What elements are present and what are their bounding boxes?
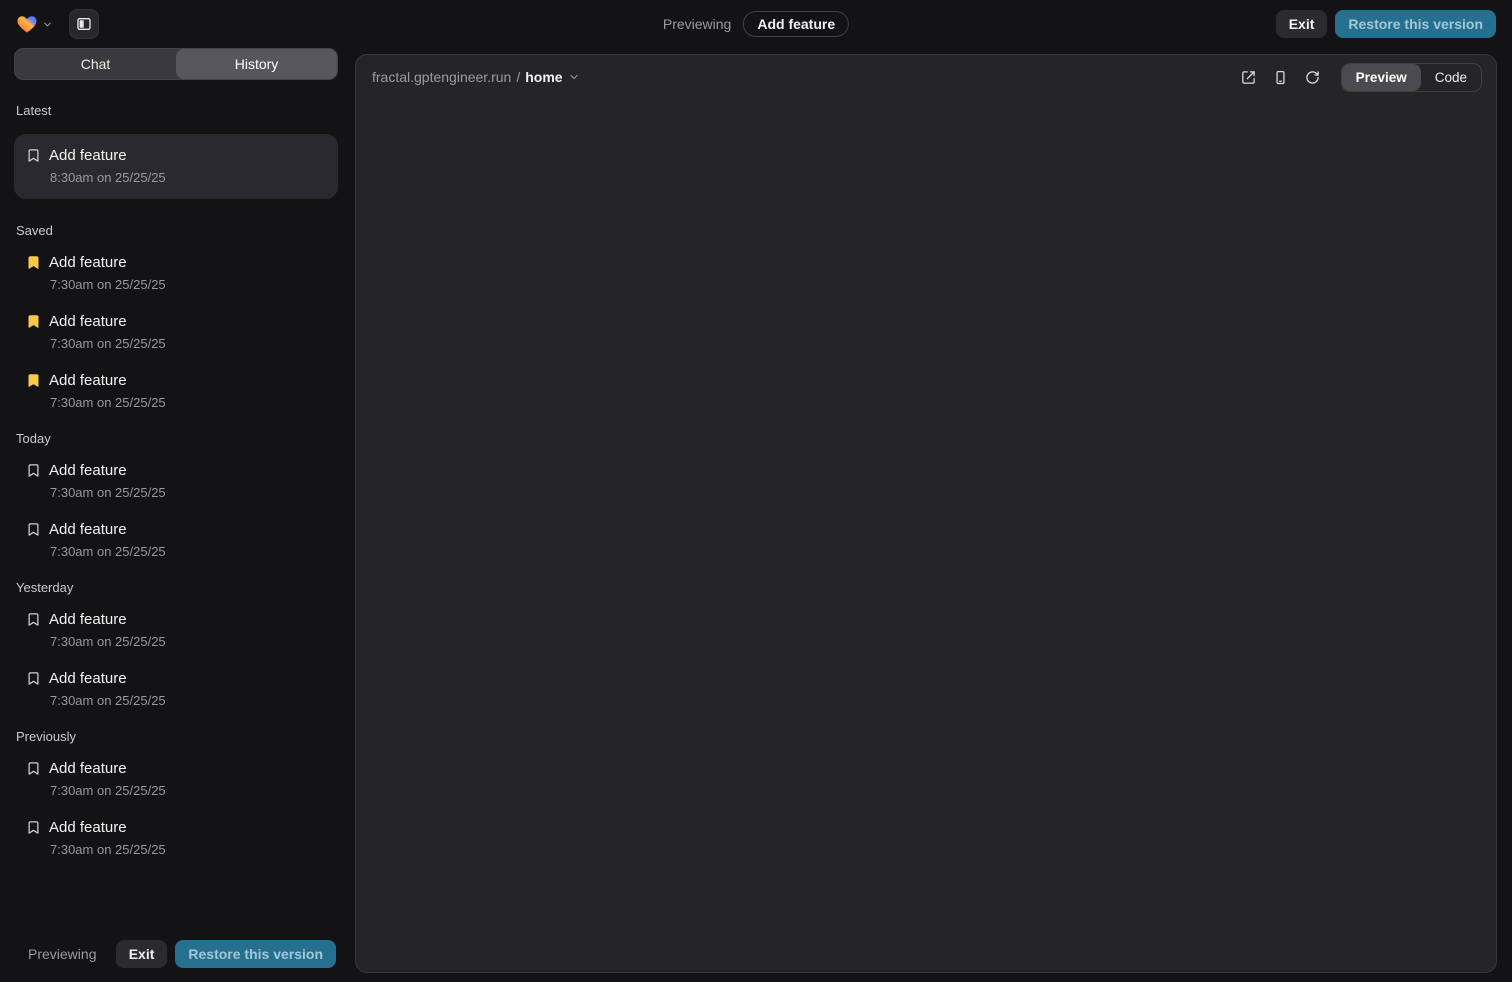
lovable-heart-logo-icon [16,13,38,35]
tab-history[interactable]: History [176,49,337,79]
history-item-timestamp: 7:30am on 25/25/25 [50,485,338,500]
bookmark-outline-icon[interactable] [26,148,41,163]
mobile-preview-button[interactable] [1267,63,1295,91]
previewing-status-label: Previewing [663,16,731,32]
history-item[interactable]: Add feature 8:30am on 25/25/25 [14,134,338,199]
history-item-title: Add feature [49,670,127,687]
history-item-timestamp: 7:30am on 25/25/25 [50,842,338,857]
history-item-timestamp: 7:30am on 25/25/25 [50,395,338,410]
bookmark-outline-icon[interactable] [26,463,41,478]
preview-url-breadcrumb[interactable]: fractal.gptengineer.run / home [372,69,580,85]
history-item[interactable]: Add feature 7:30am on 25/25/25 [14,254,338,292]
history-item-timestamp: 7:30am on 25/25/25 [50,277,338,292]
toggle-preview[interactable]: Preview [1342,64,1421,91]
history-item[interactable]: Add feature 7:30am on 25/25/25 [14,670,338,708]
footer-restore-version-button[interactable]: Restore this version [175,940,336,968]
toggle-code[interactable]: Code [1421,64,1481,91]
restore-version-button[interactable]: Restore this version [1335,10,1496,38]
history-item[interactable]: Add feature 7:30am on 25/25/25 [14,611,338,649]
history-item-title: Add feature [49,611,127,628]
history-section-title: Previously [16,729,338,744]
exit-button[interactable]: Exit [1276,10,1328,38]
bookmark-outline-icon[interactable] [26,612,41,627]
history-item-timestamp: 7:30am on 25/25/25 [50,783,338,798]
bookmark-filled-icon[interactable] [26,373,41,388]
history-list: Latest Add feature 8:30am on 25/25/25 Saved… [14,103,338,930]
history-item-timestamp: 8:30am on 25/25/25 [50,170,338,185]
history-section: Latest Add feature 8:30am on 25/25/25 [14,103,338,199]
bookmark-filled-icon[interactable] [26,255,41,270]
history-item[interactable]: Add feature 7:30am on 25/25/25 [14,521,338,559]
panel-left-icon [76,16,92,32]
history-item-title: Add feature [49,313,127,330]
chevron-down-icon [568,71,580,83]
history-item-timestamp: 7:30am on 25/25/25 [50,634,338,649]
history-item-title: Add feature [49,819,127,836]
mobile-preview-icon [1273,70,1288,85]
sidebar-tabs: Chat History [14,48,338,80]
history-item-title: Add feature [49,147,127,164]
history-section: PreviouslyAdd feature7:30am on 25/25/25A… [14,729,338,857]
topbar: Previewing Add feature Exit Restore this… [0,0,1512,48]
refresh-icon [1305,70,1320,85]
external-link-icon [1241,70,1256,85]
history-section: YesterdayAdd feature7:30am on 25/25/25Ad… [14,580,338,708]
history-section-title: Saved [16,223,338,238]
history-item[interactable]: Add feature 7:30am on 25/25/25 [14,313,338,351]
history-item[interactable]: Add feature 7:30am on 25/25/25 [14,760,338,798]
refresh-button[interactable] [1299,63,1327,91]
preview-panel: fractal.gptengineer.run / home [355,54,1497,973]
preview-header: fractal.gptengineer.run / home [356,55,1496,99]
history-item-title: Add feature [49,254,127,271]
sidebar-toggle-button[interactable] [69,9,99,39]
bookmark-filled-icon[interactable] [26,314,41,329]
history-item-timestamp: 7:30am on 25/25/25 [50,336,338,351]
footer-exit-button[interactable]: Exit [116,940,168,968]
breadcrumb-domain: fractal.gptengineer.run [372,69,511,85]
history-section-title: Yesterday [16,580,338,595]
history-section: SavedAdd feature7:30am on 25/25/25Add fe… [14,223,338,410]
history-section-title: Latest [16,103,338,118]
history-sidebar: Chat History Latest Add feature 8:30am on … [0,48,352,982]
history-item[interactable]: Add feature 7:30am on 25/25/25 [14,819,338,857]
preview-viewport [356,99,1496,972]
history-item-title: Add feature [49,760,127,777]
bookmark-outline-icon[interactable] [26,671,41,686]
history-section-title: Today [16,431,338,446]
bookmark-outline-icon[interactable] [26,761,41,776]
open-in-new-tab-button[interactable] [1235,63,1263,91]
bookmark-outline-icon[interactable] [26,522,41,537]
workspace-logo-menu[interactable] [16,13,53,35]
history-item-timestamp: 7:30am on 25/25/25 [50,693,338,708]
breadcrumb-page: home [525,69,562,85]
history-item-title: Add feature [49,462,127,479]
history-item[interactable]: Add feature 7:30am on 25/25/25 [14,372,338,410]
view-toggle: Preview Code [1341,63,1482,92]
breadcrumb-separator: / [516,69,520,85]
history-item-title: Add feature [49,521,127,538]
history-item-title: Add feature [49,372,127,389]
sidebar-footer: Previewing Exit Restore this version [14,930,338,982]
bookmark-outline-icon[interactable] [26,820,41,835]
chevron-down-icon [42,19,53,30]
tab-chat[interactable]: Chat [15,49,176,79]
version-badge: Add feature [743,11,849,37]
history-item[interactable]: Add feature 7:30am on 25/25/25 [14,462,338,500]
footer-previewing-label: Previewing [28,946,96,962]
history-item-timestamp: 7:30am on 25/25/25 [50,544,338,559]
history-section: TodayAdd feature7:30am on 25/25/25Add fe… [14,431,338,559]
